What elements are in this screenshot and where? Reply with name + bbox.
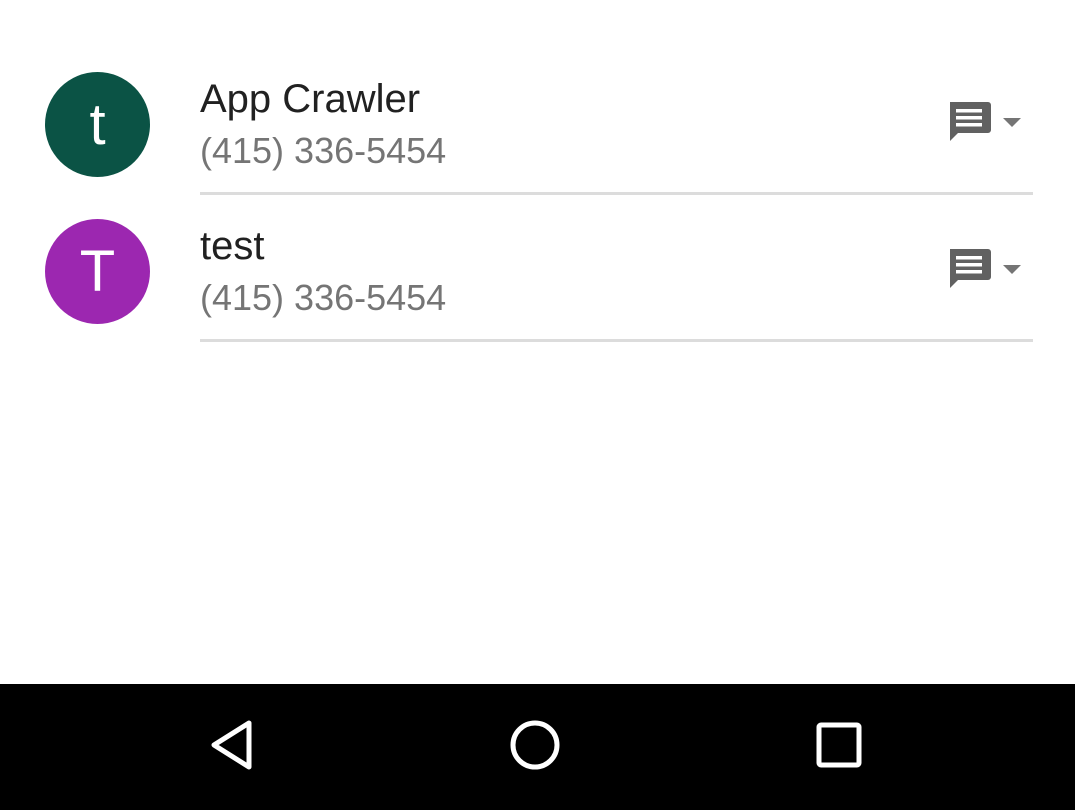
message-action-button[interactable]: [940, 241, 1030, 301]
home-button[interactable]: [500, 712, 570, 782]
recents-icon: [815, 721, 863, 774]
contact-row-test[interactable]: T test (415) 336-5454: [0, 195, 1075, 342]
contact-avatar[interactable]: T: [45, 219, 150, 324]
message-action-button[interactable]: [940, 94, 1030, 154]
navigation-bar: [0, 684, 1075, 810]
contact-name: test: [200, 224, 265, 268]
caret-down-icon[interactable]: [1002, 115, 1022, 133]
back-icon: [207, 718, 257, 777]
contacts-list: t App Crawler (415) 336-5454 T test (415…: [0, 0, 1075, 684]
screen: t App Crawler (415) 336-5454 T test (415…: [0, 0, 1075, 810]
back-button[interactable]: [197, 712, 267, 782]
divider: [200, 339, 1033, 342]
caret-down-icon[interactable]: [1002, 262, 1022, 280]
contact-name: App Crawler: [200, 77, 421, 121]
avatar-letter: T: [79, 239, 116, 304]
recents-button[interactable]: [804, 712, 874, 782]
contact-phone: (415) 336-5454: [200, 130, 447, 171]
contact-row-app-crawler[interactable]: t App Crawler (415) 336-5454: [0, 48, 1075, 195]
contact-avatar[interactable]: t: [45, 72, 150, 177]
avatar-letter: t: [89, 92, 106, 157]
message-icon: [946, 247, 992, 296]
home-icon: [508, 718, 562, 777]
message-icon: [946, 100, 992, 149]
contact-phone: (415) 336-5454: [200, 277, 447, 318]
